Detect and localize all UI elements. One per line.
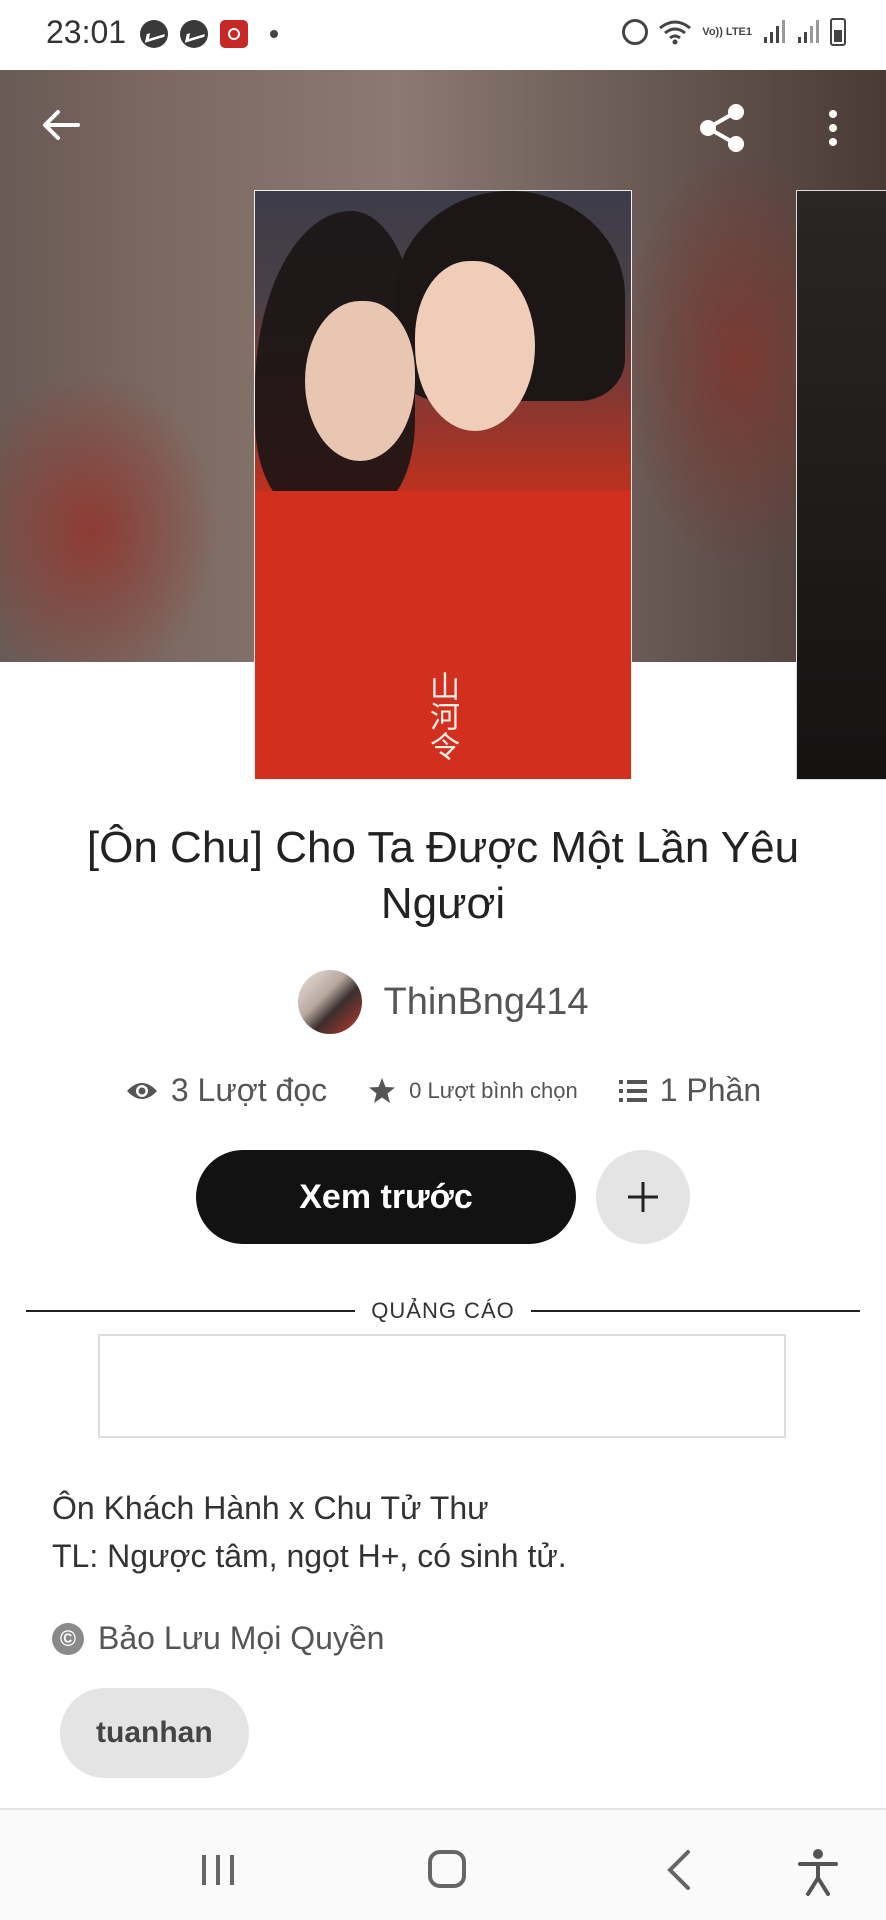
status-system-icons: Vo)) LTE1 xyxy=(622,18,846,46)
author-row[interactable]: ThinBng414 xyxy=(0,970,886,1034)
list-icon xyxy=(618,1079,647,1102)
arrow-left-icon xyxy=(43,110,80,140)
accessibility-button[interactable] xyxy=(796,1848,840,1896)
accessibility-icon xyxy=(798,1849,838,1896)
status-notification-icons xyxy=(140,20,278,48)
tag-chip[interactable]: tuanhan xyxy=(60,1688,249,1778)
eye-icon xyxy=(126,1082,157,1099)
system-back-button[interactable] xyxy=(660,1848,700,1892)
preview-read-button[interactable]: Xem trước xyxy=(196,1150,576,1244)
recent-apps-button[interactable] xyxy=(198,1852,238,1888)
messenger-icon xyxy=(140,20,168,48)
add-to-library-button[interactable] xyxy=(596,1150,690,1244)
home-button[interactable] xyxy=(428,1850,466,1888)
signal-icon xyxy=(762,19,786,45)
reads-stat: 3 Lượt đọc xyxy=(125,1072,327,1109)
description-line: Ôn Khách Hành x Chu Tử Thư xyxy=(52,1490,489,1526)
parts-stat: 1 Phần xyxy=(618,1072,761,1109)
author-name[interactable]: ThinBng414 xyxy=(384,981,589,1024)
next-story-cover[interactable] xyxy=(796,190,886,780)
story-title: [Ôn Chu] Cho Ta Được Một Lần Yêu Ngươi xyxy=(86,823,800,928)
wifi-icon xyxy=(658,19,692,45)
ad-slot[interactable] xyxy=(98,1334,786,1438)
status-bar: 23:01 Vo)) LTE1 xyxy=(0,0,886,70)
copyright-row: © Bảo Lưu Mọi Quyền xyxy=(52,1620,384,1657)
notification-dot-icon xyxy=(270,30,278,38)
status-time: 23:01 xyxy=(46,14,127,50)
plus-icon xyxy=(628,1182,658,1212)
more-vertical-icon xyxy=(829,110,837,146)
ad-divider: QUẢNG CÁO xyxy=(26,1298,860,1324)
more-options-button[interactable] xyxy=(818,104,848,154)
story-description: Ôn Khách Hành x Chu Tử Thư TL: Ngược tâm… xyxy=(52,1484,567,1580)
ad-label: QUẢNG CÁO xyxy=(371,1298,515,1323)
volte-icon: Vo)) LTE1 xyxy=(702,26,752,38)
back-button[interactable] xyxy=(36,100,86,150)
cover-calligraphy: 山河令 xyxy=(424,671,459,761)
star-icon xyxy=(369,1077,396,1103)
messenger-icon xyxy=(180,20,208,48)
votes-count: 0 Lượt bình chọn xyxy=(409,1077,578,1103)
alarm-icon xyxy=(622,19,649,45)
copyright-text: Bảo Lưu Mọi Quyền xyxy=(98,1620,385,1656)
share-button[interactable] xyxy=(692,98,752,158)
story-stats: 3 Lượt đọc 0 Lượt bình chọn 1 Phần xyxy=(0,1072,886,1109)
votes-stat: 0 Lượt bình chọn xyxy=(367,1076,578,1106)
copyright-icon: © xyxy=(52,1622,84,1655)
recent-apps-icon xyxy=(202,1855,234,1885)
avatar[interactable] xyxy=(297,970,362,1034)
reads-count: 3 Lượt đọc xyxy=(170,1072,328,1108)
battery-icon xyxy=(830,18,846,46)
parts-count: 1 Phần xyxy=(659,1072,762,1108)
share-icon xyxy=(700,104,744,152)
description-line: TL: Ngược tâm, ngọt H+, có sinh tử. xyxy=(52,1538,567,1574)
system-nav-bar xyxy=(0,1808,886,1920)
screen-record-icon xyxy=(220,20,248,48)
story-cover-image[interactable]: 山河令 xyxy=(254,190,632,780)
back-icon xyxy=(667,1850,690,1890)
signal-icon xyxy=(796,19,820,45)
story-actions: Xem trước xyxy=(196,1150,690,1244)
